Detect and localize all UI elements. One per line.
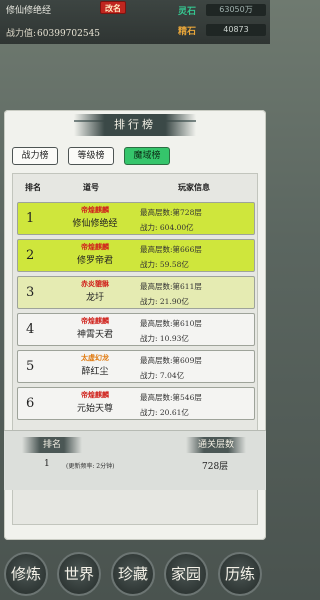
row-max-floor: 最高层数:第611层 [140, 282, 202, 291]
row-power: 战力: 7.04亿 [140, 371, 185, 380]
bottom-nav: 修炼 世界 珍藏 家园 历练 [0, 548, 270, 600]
column-header-rank: 排名 [25, 182, 41, 192]
power-label: 战力值: [6, 29, 37, 39]
row-rank: 5 [26, 359, 35, 374]
row-rank: 2 [26, 248, 35, 263]
resource-spirit-stone: 灵石 63050万 [178, 4, 266, 17]
nav-world-button[interactable]: 世界 [57, 552, 101, 596]
tab-level-ranking[interactable]: 等级榜 [68, 147, 114, 165]
row-max-floor: 最高层数:第609层 [140, 356, 202, 365]
column-header-name: 道号 [83, 182, 99, 192]
nav-label: 世界 [63, 565, 94, 583]
panel-title: 排行榜 [114, 118, 156, 131]
resource-value: 63050万 [206, 4, 266, 16]
row-power: 战力: 59.58亿 [140, 260, 189, 269]
row-max-floor: 最高层数:第546层 [140, 393, 202, 402]
row-player-name: 元始天尊 [76, 404, 113, 414]
nav-label: 修炼 [10, 565, 41, 583]
nav-collection-button[interactable]: 珍藏 [111, 552, 155, 596]
nav-cultivate-button[interactable]: 修炼 [4, 552, 48, 596]
row-max-floor: 最高层数:第666层 [140, 245, 202, 254]
table-row[interactable]: 6 帝煌麒麟 元始天尊 最高层数:第546层 战力: 20.61亿 [17, 387, 255, 420]
table-row[interactable]: 5 太虚幻龙 醉红尘 最高层数:第609层 战力: 7.04亿 [17, 350, 255, 383]
table-row[interactable]: 3 赤炎貔貅 龙圩 最高层数:第611层 战力: 21.90亿 [17, 276, 255, 309]
row-max-floor: 最高层数:第610层 [140, 319, 202, 328]
resource-essence-stone: 精石 40873 [178, 24, 266, 37]
my-rank-label: 排名 [22, 437, 82, 453]
row-sect: 太虚幻龙 [81, 353, 109, 362]
row-rank: 6 [26, 396, 35, 411]
power-display: 战力值:60399702545 [6, 26, 100, 39]
row-player-name: 修罗帝君 [76, 256, 113, 266]
nav-label: 家园 [170, 565, 201, 583]
nav-adventure-button[interactable]: 历练 [218, 552, 262, 596]
my-floor-value: 728层 [202, 462, 229, 472]
nav-label: 历练 [224, 565, 255, 583]
row-player-name: 修仙修绝经 [72, 219, 118, 229]
row-power: 战力: 10.93亿 [140, 334, 189, 343]
table-row[interactable]: 1 帝煌麒麟 修仙修绝经 最高层数:第728层 战力: 604.00亿 [17, 202, 255, 235]
nav-home-button[interactable]: 家园 [164, 552, 208, 596]
refresh-note: (更新频率: 2分钟) [66, 463, 115, 470]
ranking-tabs: 战力榜 等级榜 魔域榜 [12, 147, 262, 165]
resource-label: 灵石 [178, 7, 197, 17]
table-header: 排名 道号 玩家信息 [13, 174, 257, 200]
player-name: 修仙修绝经 [6, 6, 52, 16]
tab-power-ranking[interactable]: 战力榜 [12, 147, 58, 165]
table-row[interactable]: 2 帝煌麒麟 修罗帝君 最高层数:第666层 战力: 59.58亿 [17, 239, 255, 272]
row-power: 战力: 20.61亿 [140, 408, 189, 417]
row-sect: 帝煌麒麟 [81, 205, 109, 214]
row-sect: 帝煌麒麟 [81, 242, 109, 251]
row-power: 战力: 604.00亿 [140, 223, 194, 232]
row-max-floor: 最高层数:第728层 [140, 208, 202, 217]
row-player-name: 醉红尘 [81, 367, 109, 377]
top-status-bar: 修仙修绝经 改名 战力值:60399702545 灵石 63050万 精石 40… [0, 0, 270, 44]
row-sect: 帝煌麒麟 [81, 390, 109, 399]
panel-title-bar: 排行榜 [74, 114, 196, 136]
column-header-info: 玩家信息 [178, 182, 210, 192]
row-player-name: 神霄天君 [76, 330, 113, 340]
power-value: 60399702545 [37, 29, 101, 39]
nav-label: 珍藏 [117, 565, 148, 583]
my-rank-value: 1 [44, 459, 50, 469]
table-row[interactable]: 4 帝煌麒麟 神霄天君 最高层数:第610层 战力: 10.93亿 [17, 313, 255, 346]
my-floor-label: 通关层数 [186, 437, 246, 453]
row-rank: 4 [26, 322, 35, 337]
my-rank-panel: 排名 通关层数 1 (更新频率: 2分钟) 728层 [4, 430, 266, 490]
row-rank: 3 [26, 285, 35, 300]
row-sect: 赤炎貔貅 [81, 279, 109, 288]
rename-button[interactable]: 改名 [100, 1, 126, 14]
resource-label: 精石 [178, 27, 197, 37]
row-power: 战力: 21.90亿 [140, 297, 189, 306]
row-player-name: 龙圩 [85, 293, 104, 303]
row-sect: 帝煌麒麟 [81, 316, 109, 325]
row-rank: 1 [26, 211, 35, 226]
resource-value: 40873 [206, 24, 266, 36]
tab-demon-realm-ranking[interactable]: 魔域榜 [124, 147, 170, 165]
